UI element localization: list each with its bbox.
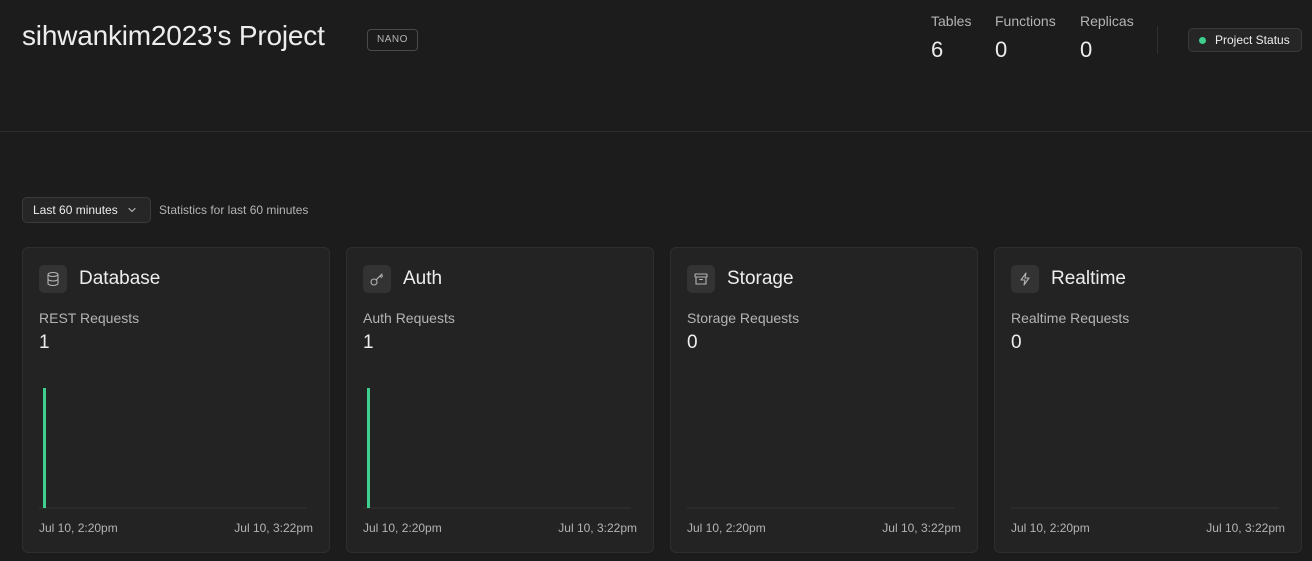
project-header: sihwankim2023's Project NANO Tables 6 Fu…: [0, 0, 1312, 132]
status-indicator-icon: [1199, 36, 1206, 44]
card-title: Realtime: [1051, 268, 1126, 289]
metric-value: 0: [1011, 332, 1022, 353]
chart-start-time: Jul 10, 2:20pm: [687, 521, 766, 535]
time-range-select[interactable]: Last 60 minutes: [22, 197, 151, 223]
database-icon: [39, 265, 67, 293]
stat-label: Functions: [995, 13, 1056, 29]
metric-value: 0: [687, 332, 698, 353]
project-title: sihwankim2023's Project: [22, 20, 325, 51]
project-status-label: Project Status: [1215, 33, 1290, 47]
database-card[interactable]: Database REST Requests 1 Jul 10, 2:20pm …: [22, 247, 330, 553]
chart-end-time: Jul 10, 3:22pm: [234, 521, 313, 535]
card-title: Storage: [727, 268, 794, 289]
metric-value: 1: [39, 332, 50, 353]
chart-end-time: Jul 10, 3:22pm: [1206, 521, 1285, 535]
chart-end-time: Jul 10, 3:22pm: [882, 521, 961, 535]
requests-chart: [687, 507, 955, 509]
chevron-down-icon: [128, 207, 136, 213]
archive-icon: [687, 265, 715, 293]
time-range-description: Statistics for last 60 minutes: [159, 203, 309, 217]
stat-label: Replicas: [1080, 13, 1134, 29]
chart-start-time: Jul 10, 2:20pm: [39, 521, 118, 535]
stat-replicas[interactable]: Replicas 0: [1080, 13, 1134, 63]
requests-chart: [39, 388, 307, 509]
realtime-card[interactable]: Realtime Realtime Requests 0 Jul 10, 2:2…: [994, 247, 1302, 553]
stat-value: 6: [931, 37, 944, 62]
stat-functions[interactable]: Functions 0: [995, 13, 1056, 63]
metric-label: REST Requests: [39, 310, 140, 326]
requests-chart: [363, 388, 631, 509]
chart-start-time: Jul 10, 2:20pm: [363, 521, 442, 535]
stat-label: Tables: [931, 13, 972, 29]
card-title: Auth: [403, 268, 443, 289]
storage-card[interactable]: Storage Storage Requests 0 Jul 10, 2:20p…: [670, 247, 978, 553]
card-title: Database: [79, 268, 161, 289]
stat-value: 0: [1080, 37, 1093, 62]
time-range-label: Last 60 minutes: [33, 203, 118, 217]
lightning-icon: [1011, 265, 1039, 293]
metric-value: 1: [363, 332, 374, 353]
chart-bar[interactable]: [367, 388, 370, 508]
metric-label: Realtime Requests: [1011, 310, 1130, 326]
chart-start-time: Jul 10, 2:20pm: [1011, 521, 1090, 535]
chart-end-time: Jul 10, 3:22pm: [558, 521, 637, 535]
plan-badge: NANO: [367, 29, 418, 51]
stat-tables[interactable]: Tables 6: [931, 13, 971, 63]
metric-label: Auth Requests: [363, 310, 455, 326]
requests-chart: [1011, 507, 1279, 509]
key-icon: [363, 265, 391, 293]
metric-label: Storage Requests: [687, 310, 800, 326]
stat-value: 0: [995, 37, 1008, 62]
project-status-button[interactable]: Project Status: [1188, 28, 1302, 52]
header-divider: [1157, 26, 1158, 54]
auth-card[interactable]: Auth Auth Requests 1 Jul 10, 2:20pm Jul …: [346, 247, 654, 553]
chart-bar[interactable]: [43, 388, 46, 508]
